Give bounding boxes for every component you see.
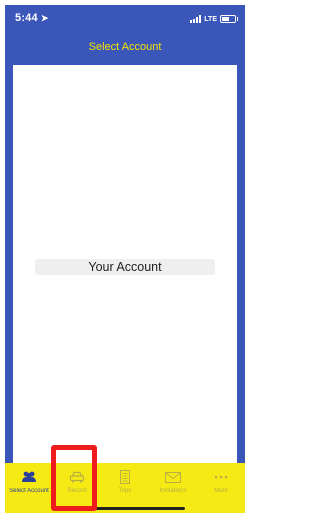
tab-label-trips: Trips [118, 488, 132, 494]
status-bar: 5:44 ➤ LTE [5, 5, 245, 33]
users-icon [21, 470, 37, 484]
app-screen: 5:44 ➤ LTE Select Account Your Account S… [5, 5, 245, 513]
battery-fill [222, 17, 230, 21]
document-icon [119, 470, 131, 484]
car-icon [69, 470, 85, 484]
tab-label-record: Record [67, 488, 87, 494]
tab-record[interactable]: Record [53, 463, 101, 513]
screenshot-frame: 5:44 ➤ LTE Select Account Your Account S… [0, 0, 250, 518]
location-arrow-icon: ➤ [40, 13, 49, 23]
tab-select-account[interactable]: Select Account [5, 463, 53, 513]
status-time-text: 5:44 [15, 12, 38, 24]
tab-trips[interactable]: Trips [101, 463, 149, 513]
envelope-icon [165, 470, 181, 484]
tab-more[interactable]: More [197, 463, 245, 513]
home-indicator [65, 507, 185, 510]
tab-label-invitations: Invitations [159, 488, 187, 494]
tab-label-more: More [214, 488, 228, 494]
network-type: LTE [204, 15, 217, 23]
status-time: 5:44 ➤ [15, 12, 49, 24]
more-icon [214, 470, 228, 484]
status-indicators: LTE [190, 14, 238, 24]
account-row-your-account[interactable]: Your Account [35, 259, 215, 275]
account-list: Your Account [13, 65, 237, 467]
signal-icon [190, 15, 202, 23]
tab-label-select-account: Select Account [9, 488, 49, 494]
page-title: Select Account [88, 41, 162, 53]
tab-invitations[interactable]: Invitations [149, 463, 197, 513]
tab-bar: Select Account Record Trips Invitations … [5, 463, 245, 513]
battery-icon [220, 15, 238, 23]
navigation-bar: Select Account [5, 33, 245, 65]
